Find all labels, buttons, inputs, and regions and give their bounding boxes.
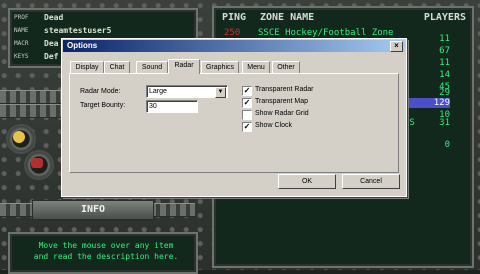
player-count: 29 [439,88,450,98]
ship-emblem-icon [13,131,25,143]
player-count: 14 [439,70,450,80]
dialog-title: Options [67,41,98,50]
player-count: 11 [439,34,450,44]
info-panel: Move the mouse over any item and read th… [8,232,198,274]
show-clock-checkbox[interactable]: ✓ [242,122,252,132]
profile-value-macr: Dea [44,39,59,48]
options-dialog: Options × Display Chat Sound Radar Graph… [61,38,407,197]
profile-value-name[interactable]: steamtestuser5 [44,26,111,35]
target-bounty-input[interactable]: 30 [146,100,198,113]
radar-mode-value: Large [149,88,167,95]
profile-value-prof: Dead [44,13,64,22]
player-count: 11 [439,58,450,68]
transparent-map-label: Transparent Map [255,98,309,105]
profile-value-keys: Def [44,52,59,61]
ok-button[interactable]: OK [278,174,336,189]
player-count: 129 [433,98,450,108]
info-text: Move the mouse over any item and read th… [33,241,179,261]
player-count: 67 [439,46,450,56]
radar-tab-page: Radar Mode: Large ▼ Target Bounty: 30 ✓ … [69,73,399,173]
zone-row-name[interactable]: SSCE Hockey/Football Zone [258,28,393,38]
column-header-ping[interactable]: PING [222,12,246,23]
radar-mode-dropdown[interactable]: Large ▼ [146,85,228,98]
chevron-down-icon[interactable]: ▼ [215,87,226,98]
zone-row-ping: 250 [224,28,241,38]
chain-decoration [0,104,70,118]
close-button[interactable]: × [390,41,403,52]
profile-label-macr: MACR [14,40,29,47]
cancel-button[interactable]: Cancel [342,174,400,189]
radar-mode-label: Radar Mode: [80,88,121,95]
target-bounty-label: Target Bounty: [80,102,126,109]
column-header-zone-name[interactable]: ZONE NAME [260,12,314,23]
profile-label-prof: PROF [14,14,29,21]
profile-label-keys: KEYS [14,53,29,60]
transparent-radar-checkbox[interactable]: ✓ [242,86,252,96]
transparent-radar-label: Transparent Radar [255,86,314,93]
info-banner: INFO [32,200,154,220]
ship-emblem-icon [31,158,43,168]
show-radar-grid-checkbox[interactable] [242,110,252,120]
transparent-map-checkbox[interactable]: ✓ [242,98,252,108]
player-count: 0 [444,140,450,150]
profile-label-name: NAME [14,27,29,34]
chain-decoration [0,90,70,104]
player-count: 31 [439,118,450,128]
tab-radar[interactable]: Radar [168,59,200,74]
dialog-titlebar[interactable]: Options × [63,40,405,52]
show-clock-label: Show Clock [255,122,292,129]
column-header-players[interactable]: PLAYERS [424,12,466,23]
show-radar-grid-label: Show Radar Grid [255,110,309,117]
